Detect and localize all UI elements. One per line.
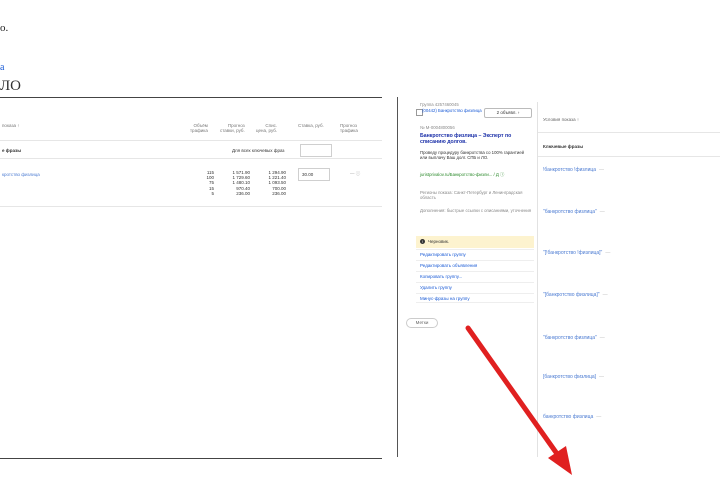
- keyword-rate-input[interactable]: 30.00: [298, 168, 330, 181]
- dash: —: [599, 209, 605, 215]
- all-phrases-rate-input[interactable]: [300, 144, 332, 157]
- volume-column: 115 100 75 15 5: [198, 170, 214, 196]
- red-arrow-annotation: [465, 325, 572, 475]
- dash: —: [602, 292, 608, 298]
- header-forecast-traffic: Прогноз трафика: [340, 123, 358, 133]
- header-volume: Объём трафика: [190, 123, 208, 133]
- header-rate: Ставка, руб.: [298, 123, 324, 128]
- dash: —: [599, 335, 605, 341]
- panel-divider: [397, 97, 398, 457]
- draft-status-text: Черновик.: [428, 239, 450, 244]
- link-fragment[interactable]: a: [0, 62, 4, 73]
- ad-text: Проведу процедуру банкротства со 100% га…: [420, 150, 525, 161]
- row-separator: [538, 132, 720, 133]
- extras-info: Дополнения: быстрые ссылки с описаниями,…: [420, 208, 532, 213]
- keyword-text: "банкротство физлица": [543, 209, 597, 215]
- keyword-text: "[банкротство физлица]": [543, 292, 600, 298]
- display-url[interactable]: juristprivalov.ru/Банкротство-физли... /…: [420, 172, 532, 177]
- delete-group-link[interactable]: Удалить группу: [416, 282, 534, 292]
- ad-number: № М-0004800056: [420, 125, 455, 130]
- ad-count-button[interactable]: 2 объявл. ›: [484, 108, 532, 118]
- ad-ref-link[interactable]: (00442) Банкротство физлица: [422, 108, 482, 113]
- keyword-text[interactable]: кротство физлица: [2, 172, 40, 177]
- left-table-header: показа ↑ Объём трафика Прогноз ставки, р…: [0, 120, 382, 140]
- keyword-text: "[!банкротство !физлица]": [543, 250, 603, 256]
- edit-group-link[interactable]: Редактировать группу: [416, 249, 534, 259]
- row-separator: [0, 158, 382, 159]
- row-separator: [0, 140, 382, 141]
- left-keywords-panel: показа ↑ Объём трафика Прогноз ставки, р…: [0, 97, 382, 459]
- keyword-text: !банкротство !физлица: [543, 167, 597, 173]
- dash: —: [599, 374, 605, 380]
- group-id: Группа 4257460045: [420, 102, 459, 107]
- label-fragment: ЛО: [0, 78, 22, 94]
- top-text-fragment: о.: [0, 22, 9, 34]
- keyword-row[interactable]: !банкротство !физлица —: [543, 167, 604, 173]
- forecast-rate-column: 1 571.90 1 729.60 1 480.10 970.40 236.00: [224, 170, 250, 196]
- keyword-row[interactable]: "[!банкротство !физлица]" —: [543, 250, 610, 256]
- header-forecast-rate: Прогноз ставки, руб.: [220, 123, 245, 133]
- ad-title[interactable]: Банкротство физлица – Эксперт по списани…: [420, 133, 532, 145]
- keyword-section-label: е фразы: [2, 148, 22, 153]
- conditions-header[interactable]: Условия показа ↑: [543, 117, 579, 122]
- tags-button[interactable]: Метки: [406, 318, 438, 328]
- all-phrases-label: Для всех ключевых фраз: [232, 148, 285, 153]
- draft-status-box: ! Черновик.: [416, 236, 534, 248]
- negative-keywords-link[interactable]: Минус-фразы на группу: [416, 293, 534, 303]
- dash: —: [605, 250, 611, 256]
- arrow-shaft: [465, 325, 563, 461]
- header-charge-price: Спис. цена, руб.: [256, 123, 278, 133]
- row-separator: [538, 156, 720, 157]
- row-separator: [0, 206, 382, 207]
- keyword-row[interactable]: "банкротство физлица" —: [543, 209, 605, 215]
- info-icon: !: [420, 239, 425, 245]
- copy-group-link[interactable]: Копировать группу...: [416, 271, 534, 281]
- keywords-section-label: Ключевые фразы: [543, 144, 584, 149]
- charge-price-column: 1 294.90 1 221.40 1 093.50 700.00 236.00: [260, 170, 286, 196]
- traffic-forecast-symbol: — ⓘ: [350, 171, 361, 176]
- dash: —: [596, 414, 602, 420]
- dash: —: [599, 167, 605, 173]
- charge-price-value: 236.00: [272, 190, 286, 196]
- forecast-rate-value: 236.00: [236, 190, 250, 196]
- volume-value: 5: [211, 190, 214, 196]
- keyword-rate-value: 30.00: [302, 172, 314, 177]
- header-conditions[interactable]: показа ↑: [2, 123, 20, 128]
- regions-info: Регионы показа: Санкт-Петербург и Ленинг…: [420, 190, 523, 201]
- edit-ads-link[interactable]: Редактировать объявления: [416, 260, 534, 270]
- keyword-row[interactable]: "[банкротство физлица]" —: [543, 292, 608, 298]
